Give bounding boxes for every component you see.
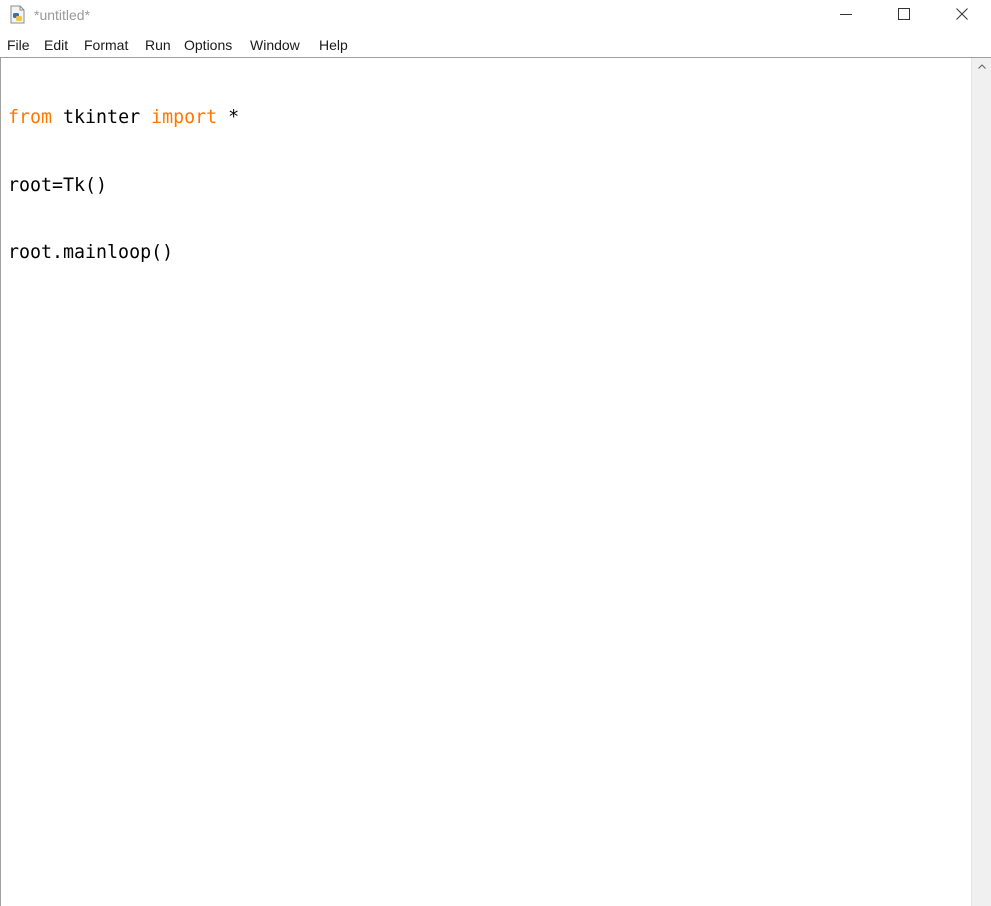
code-token: tkinter: [52, 107, 152, 128]
menu-help[interactable]: Help: [319, 37, 348, 54]
scroll-up-button[interactable]: [972, 58, 991, 75]
keyword-token: import: [151, 107, 218, 128]
menu-bar: File Edit Format Run Options Window Help: [0, 34, 991, 56]
code-token: root=Tk(): [8, 174, 108, 196]
code-line-2: root=Tk(): [8, 175, 239, 198]
menu-run[interactable]: Run: [145, 37, 171, 54]
title-bar[interactable]: *untitled*: [0, 0, 991, 31]
menu-file[interactable]: File: [7, 37, 30, 54]
idle-editor-window: *untitled* File Edit Format Run Options …: [0, 0, 991, 906]
keyword-token: from: [8, 107, 53, 128]
code-line-3: root.mainloop(): [8, 242, 239, 265]
code-editor[interactable]: from tkinter import * root=Tk() root.mai…: [2, 59, 970, 906]
editor-frame: from tkinter import * root=Tk() root.mai…: [0, 57, 991, 906]
maximize-icon: [898, 8, 910, 20]
close-button[interactable]: [933, 0, 991, 30]
code-token: root.mainloop(): [8, 242, 174, 263]
chevron-up-icon: [978, 64, 986, 69]
code-token: *: [217, 107, 240, 128]
menu-edit[interactable]: Edit: [44, 37, 68, 54]
vertical-scrollbar[interactable]: [971, 58, 991, 906]
code-text[interactable]: from tkinter import * root=Tk() root.mai…: [8, 62, 239, 310]
minimize-button[interactable]: [817, 0, 875, 30]
menu-window[interactable]: Window: [250, 37, 300, 54]
minimize-icon: [840, 14, 852, 15]
code-line-1: from tkinter import *: [8, 107, 239, 130]
window-title: *untitled*: [34, 7, 91, 23]
close-icon: [956, 8, 968, 20]
menu-format[interactable]: Format: [84, 37, 128, 54]
maximize-button[interactable]: [875, 0, 933, 30]
menu-options[interactable]: Options: [184, 37, 232, 54]
python-file-icon[interactable]: [9, 5, 27, 24]
